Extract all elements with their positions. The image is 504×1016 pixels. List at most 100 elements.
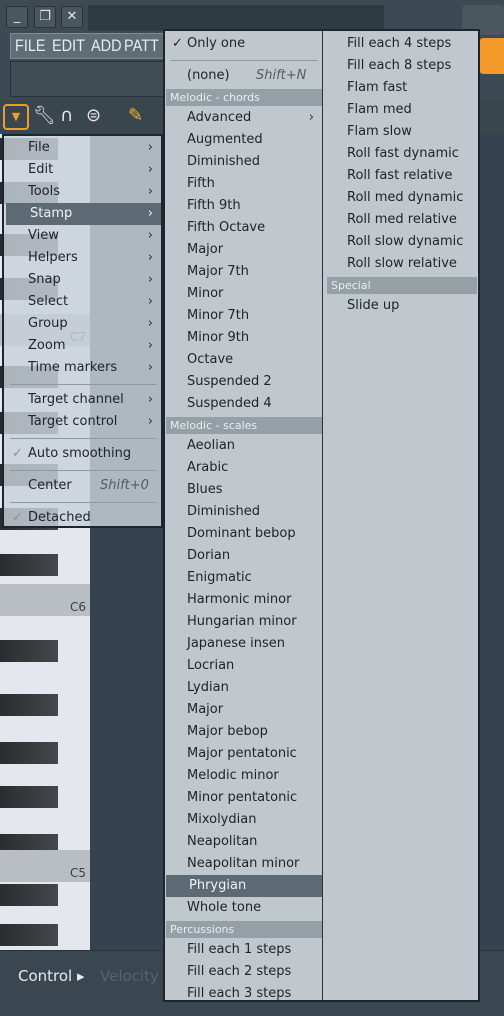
octave-key-label[interactable]: C6 xyxy=(0,584,90,616)
menu-item-hungarian-minor[interactable]: Hungarian minor xyxy=(166,611,322,633)
menu-item-label: Center xyxy=(28,478,72,493)
menu-item-major-pentatonic[interactable]: Major pentatonic xyxy=(166,743,322,765)
menu-item-none[interactable]: (none) Shift+N xyxy=(166,65,322,87)
menu-item-slide-up[interactable]: Slide up xyxy=(327,295,477,317)
menu-item-major[interactable]: Major xyxy=(166,699,322,721)
menu-item-fill-each-1-steps[interactable]: Fill each 1 steps xyxy=(166,939,322,961)
menu-item-minor[interactable]: Minor xyxy=(166,283,322,305)
black-key[interactable] xyxy=(0,694,58,716)
menu-file[interactable]: FILE xyxy=(15,35,46,57)
menu-item-arabic[interactable]: Arabic xyxy=(166,457,322,479)
menu-item-label: Japanese insen xyxy=(187,636,286,651)
menu-item-fifth-9th[interactable]: Fifth 9th xyxy=(166,195,322,217)
menu-item-flam-fast[interactable]: Flam fast xyxy=(327,77,477,99)
menu-item-major[interactable]: Major xyxy=(166,239,322,261)
menu-item-target-control[interactable]: Target control › xyxy=(6,411,161,433)
menu-item-octave[interactable]: Octave xyxy=(166,349,322,371)
menu-item-target-channel[interactable]: Target channel › xyxy=(6,389,161,411)
menu-item-minor-pentatonic[interactable]: Minor pentatonic xyxy=(166,787,322,809)
menu-item-helpers[interactable]: Helpers › xyxy=(6,247,161,269)
menu-item-harmonic-minor[interactable]: Harmonic minor xyxy=(166,589,322,611)
menu-item-fill-each-3-steps[interactable]: Fill each 3 steps xyxy=(166,983,322,1005)
control-selector[interactable]: Control ▸ xyxy=(18,967,85,985)
menu-item-view[interactable]: View › xyxy=(6,225,161,247)
menu-item-suspended-4[interactable]: Suspended 4 xyxy=(166,393,322,415)
menu-item-phrygian[interactable]: Phrygian xyxy=(166,875,322,897)
menu-item-edit[interactable]: Edit › xyxy=(6,159,161,181)
menu-item-label: Major pentatonic xyxy=(187,746,297,761)
menu-item-advanced[interactable]: Advanced › xyxy=(166,107,322,129)
menu-circle-icon[interactable]: ⊜ xyxy=(86,105,101,126)
black-key[interactable] xyxy=(0,640,58,662)
menu-item-augmented[interactable]: Augmented xyxy=(166,129,322,151)
menu-item-flam-med[interactable]: Flam med xyxy=(327,99,477,121)
menu-item-dominant-bebop[interactable]: Dominant bebop xyxy=(166,523,322,545)
menu-item-label: Select xyxy=(28,294,69,309)
menu-item-roll-med-relative[interactable]: Roll med relative xyxy=(327,209,477,231)
menu-item-neapolitan[interactable]: Neapolitan xyxy=(166,831,322,853)
menu-item-suspended-2[interactable]: Suspended 2 xyxy=(166,371,322,393)
menu-patterns[interactable]: PATT xyxy=(124,35,159,57)
menu-item-time-markers[interactable]: Time markers › xyxy=(6,357,161,379)
menu-item-label: Harmonic minor xyxy=(187,592,292,607)
menu-item-label: Locrian xyxy=(187,658,235,673)
menu-item-fifth-octave[interactable]: Fifth Octave xyxy=(166,217,322,239)
menu-item-roll-med-dynamic[interactable]: Roll med dynamic xyxy=(327,187,477,209)
menu-item-diminished[interactable]: Diminished xyxy=(166,501,322,523)
velocity-label[interactable]: Velocity xyxy=(100,967,159,985)
menu-item-dorian[interactable]: Dorian xyxy=(166,545,322,567)
black-key[interactable] xyxy=(0,786,58,808)
menu-item-snap[interactable]: Snap › xyxy=(6,269,161,291)
black-key[interactable] xyxy=(0,742,58,764)
menu-item-fifth[interactable]: Fifth xyxy=(166,173,322,195)
menu-item-file[interactable]: File › xyxy=(6,137,161,159)
restore-button[interactable]: ❐ xyxy=(34,6,56,28)
menu-section-header: Melodic - chords xyxy=(166,89,322,106)
menu-item-zoom[interactable]: Zoom › xyxy=(6,335,161,357)
chevron-right-icon: › xyxy=(147,272,153,287)
menu-item-tools[interactable]: Tools › xyxy=(6,181,161,203)
minimize-button[interactable]: _ xyxy=(6,6,28,28)
menu-item-roll-slow-dynamic[interactable]: Roll slow dynamic xyxy=(327,231,477,253)
menu-item-major-bebop[interactable]: Major bebop xyxy=(166,721,322,743)
menu-item-blues[interactable]: Blues xyxy=(166,479,322,501)
menu-item-enigmatic[interactable]: Enigmatic xyxy=(166,567,322,589)
menu-item-stamp[interactable]: Stamp › xyxy=(6,203,161,225)
menu-item-locrian[interactable]: Locrian xyxy=(166,655,322,677)
menu-item-detached[interactable]: ✓ Detached xyxy=(6,507,161,529)
wrench-icon[interactable]: 🔧︎ xyxy=(33,105,56,126)
menu-item-melodic-minor[interactable]: Melodic minor xyxy=(166,765,322,787)
close-button[interactable]: ✕ xyxy=(61,6,83,28)
menu-item-whole-tone[interactable]: Whole tone xyxy=(166,897,322,919)
menu-item-flam-slow[interactable]: Flam slow xyxy=(327,121,477,143)
octave-key-label[interactable]: C5 xyxy=(0,850,90,882)
menu-item-minor-7th[interactable]: Minor 7th xyxy=(166,305,322,327)
menu-item-minor-9th[interactable]: Minor 9th xyxy=(166,327,322,349)
menu-item-diminished[interactable]: Diminished xyxy=(166,151,322,173)
menu-item-aeolian[interactable]: Aeolian xyxy=(166,435,322,457)
menu-item-neapolitan-minor[interactable]: Neapolitan minor xyxy=(166,853,322,875)
menu-item-major-7th[interactable]: Major 7th xyxy=(166,261,322,283)
menu-item-group[interactable]: Group › xyxy=(6,313,161,335)
magnet-icon[interactable]: ∩ xyxy=(60,105,73,126)
menu-edit[interactable]: EDIT xyxy=(52,35,85,57)
menu-item-roll-fast-relative[interactable]: Roll fast relative xyxy=(327,165,477,187)
menu-item-fill-each-8-steps[interactable]: Fill each 8 steps xyxy=(327,55,477,77)
menu-item-auto-smoothing[interactable]: ✓ Auto smoothing xyxy=(6,443,161,465)
menu-item-mixolydian[interactable]: Mixolydian xyxy=(166,809,322,831)
black-key[interactable] xyxy=(0,924,58,946)
menu-item-fill-each-2-steps[interactable]: Fill each 2 steps xyxy=(166,961,322,983)
menu-item-only-one[interactable]: ✓ Only one xyxy=(166,33,322,55)
menu-item-roll-slow-relative[interactable]: Roll slow relative xyxy=(327,253,477,275)
black-key[interactable] xyxy=(0,554,58,576)
menu-item-japanese-insen[interactable]: Japanese insen xyxy=(166,633,322,655)
menu-item-lydian[interactable]: Lydian xyxy=(166,677,322,699)
menu-item-fill-each-4-steps[interactable]: Fill each 4 steps xyxy=(327,33,477,55)
black-key[interactable] xyxy=(0,884,58,906)
menu-add[interactable]: ADD xyxy=(91,35,122,57)
menu-item-roll-fast-dynamic[interactable]: Roll fast dynamic xyxy=(327,143,477,165)
menu-item-select[interactable]: Select › xyxy=(6,291,161,313)
dropdown-icon[interactable]: ▼ xyxy=(3,104,29,130)
menu-item-center[interactable]: Center Shift+0 xyxy=(6,475,161,497)
pencil-icon[interactable]: ✎ xyxy=(128,105,143,126)
